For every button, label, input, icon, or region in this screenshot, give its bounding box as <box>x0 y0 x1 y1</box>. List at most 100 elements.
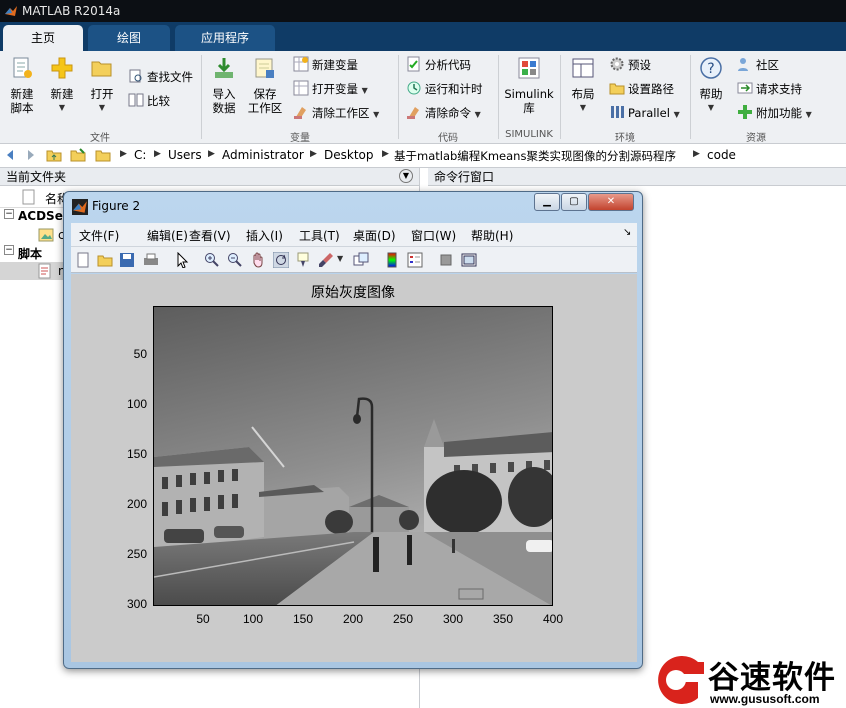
ribbon-separator <box>690 55 691 139</box>
find-files-button[interactable]: 查找文件 <box>128 67 193 87</box>
x-tick-label: 400 <box>542 612 564 626</box>
open-variable-dropdown-icon: ▼ <box>361 86 368 95</box>
up-folder-icon[interactable] <box>46 147 62 163</box>
open-variable-button[interactable]: 打开变量 ▼ <box>293 79 368 99</box>
open-button[interactable]: 打开 ▼ <box>84 54 120 115</box>
analyze-code-button[interactable]: 分析代码 <box>406 55 471 75</box>
y-tick-label: 50 <box>133 347 147 361</box>
brush-icon[interactable] <box>318 252 334 268</box>
menu-window[interactable]: 窗口(W) <box>411 227 456 244</box>
menu-help[interactable]: 帮助(H) <box>471 227 513 244</box>
matlab-desktop: MATLAB R2014a 主页 绘图 应用程序 新建 脚本 新建 ▼ 打开 ▼… <box>0 0 846 708</box>
request-support-button[interactable]: 请求支持 <box>737 79 802 99</box>
run-and-time-button[interactable]: 运行和计时 <box>406 79 483 99</box>
compare-icon <box>128 93 144 107</box>
breadcrumb-users[interactable]: Users <box>168 148 202 162</box>
menu-view[interactable]: 查看(V) <box>189 227 231 244</box>
clear-workspace-icon <box>294 107 306 119</box>
group-environment-label: 环境 <box>615 133 635 144</box>
breadcrumb-code[interactable]: code <box>707 148 736 162</box>
save-workspace-icon <box>255 58 274 78</box>
community-button[interactable]: 社区 <box>737 55 779 75</box>
save-icon[interactable] <box>119 252 135 268</box>
open-variable-icon <box>293 80 309 96</box>
current-folder-title: 当前文件夹 <box>6 170 67 184</box>
help-icon: ? <box>700 57 722 79</box>
breadcrumb-c[interactable]: C: <box>134 148 146 162</box>
import-data-button[interactable]: 导入 数据 <box>206 54 242 115</box>
x-tick-label: 50 <box>196 612 210 626</box>
legend-icon[interactable] <box>407 252 423 268</box>
menu-file[interactable]: 文件(F) <box>79 227 119 244</box>
open-label: 打开 <box>90 87 114 101</box>
menu-insert[interactable]: 插入(I) <box>246 227 283 244</box>
data-cursor-icon[interactable] <box>296 252 312 268</box>
menu-edit[interactable]: 编辑(E) <box>147 227 188 244</box>
forward-icon[interactable] <box>22 147 38 163</box>
matlab-logo-icon <box>72 199 88 215</box>
compare-button[interactable]: 比较 <box>128 91 170 111</box>
preferences-button[interactable]: 预设 <box>609 55 651 75</box>
breadcrumb-project-folder[interactable]: 基于matlab编程Kmeans聚类实现图像的分割源码程序 <box>394 148 676 164</box>
parallel-icon <box>611 106 624 118</box>
breadcrumb-desktop[interactable]: Desktop <box>324 148 374 162</box>
pan-hand-icon[interactable] <box>250 252 266 268</box>
rotate-3d-icon[interactable] <box>273 252 289 268</box>
watermark-logo: 谷速软件 www.gususoft.com <box>648 650 846 708</box>
clear-workspace-button[interactable]: 清除工作区 ▼ <box>293 103 379 123</box>
link-plot-icon[interactable] <box>353 252 369 268</box>
addons-button[interactable]: 附加功能 ▼ <box>737 103 812 123</box>
figure-toolbar: ▼ <box>71 247 637 273</box>
run-and-time-icon <box>407 81 421 95</box>
new-button[interactable]: 新建 ▼ <box>44 54 80 115</box>
new-variable-label: 新建变量 <box>312 58 358 72</box>
collapse-icon[interactable]: − <box>4 209 14 219</box>
show-plot-tools-icon[interactable] <box>461 252 477 268</box>
back-icon[interactable] <box>3 147 19 163</box>
new-script-button[interactable]: 新建 脚本 <box>4 54 40 115</box>
ribbon-separator <box>498 55 499 139</box>
minimize-button[interactable]: ▁ <box>534 193 560 211</box>
open-file-icon[interactable] <box>97 252 113 268</box>
tab-plots[interactable]: 绘图 <box>88 25 170 51</box>
print-icon[interactable] <box>143 252 159 268</box>
command-window-title: 命令行窗口 <box>434 170 495 184</box>
close-button[interactable]: ✕ <box>588 193 634 211</box>
file-icon <box>22 189 35 205</box>
layout-button[interactable]: 布局 ▼ <box>566 54 600 115</box>
zoom-in-icon[interactable] <box>204 252 220 268</box>
simulink-library-button[interactable]: Simulink 库 <box>503 54 555 115</box>
open-dropdown-icon: ▼ <box>98 103 106 112</box>
browse-folder-icon[interactable] <box>70 147 86 163</box>
hide-plot-tools-icon[interactable] <box>438 252 454 268</box>
collapse-icon[interactable]: − <box>4 245 14 255</box>
figure-window[interactable]: Figure 2 ▁ ▢ ✕ 文件(F) 编辑(E) 查看(V) 插入(I) 工… <box>63 191 643 669</box>
new-label: 新建 <box>50 87 74 101</box>
pane-menu-icon[interactable]: ▼ <box>399 169 413 183</box>
layout-label: 布局 <box>571 87 595 101</box>
menu-tools[interactable]: 工具(T) <box>299 227 340 244</box>
breadcrumb-administrator[interactable]: Administrator <box>222 148 304 162</box>
save-workspace-button[interactable]: 保存 工作区 <box>246 54 284 115</box>
parallel-button[interactable]: Parallel ▼ <box>609 103 680 123</box>
maximize-button[interactable]: ▢ <box>561 193 587 211</box>
colorbar-icon[interactable] <box>384 252 400 268</box>
pointer-icon[interactable] <box>174 252 190 268</box>
tab-home[interactable]: 主页 <box>3 25 83 51</box>
toolstrip-ribbon: 新建 脚本 新建 ▼ 打开 ▼ 查找文件 比较 文件 导入 数据 保存 工作区 … <box>0 51 846 144</box>
analyze-code-label: 分析代码 <box>425 58 471 72</box>
menu-desktop[interactable]: 桌面(D) <box>353 227 396 244</box>
dock-arrow-icon[interactable]: ↘ <box>623 227 631 238</box>
set-path-button[interactable]: 设置路径 <box>609 79 674 99</box>
help-button[interactable]: ? 帮助 ▼ <box>695 54 727 115</box>
simulink-library-label: Simulink 库 <box>504 87 554 115</box>
zoom-out-icon[interactable] <box>227 252 243 268</box>
y-tick-label: 100 <box>126 397 147 411</box>
new-variable-button[interactable]: 新建变量 <box>293 55 358 75</box>
new-figure-icon[interactable] <box>75 252 91 268</box>
tab-apps[interactable]: 应用程序 <box>175 25 275 51</box>
clear-commands-button[interactable]: 清除命令 ▼ <box>406 103 481 123</box>
figure-menubar: 文件(F) 编辑(E) 查看(V) 插入(I) 工具(T) 桌面(D) 窗口(W… <box>71 223 637 247</box>
brush-dropdown-icon[interactable]: ▼ <box>337 254 353 270</box>
image-axes[interactable] <box>153 306 553 606</box>
